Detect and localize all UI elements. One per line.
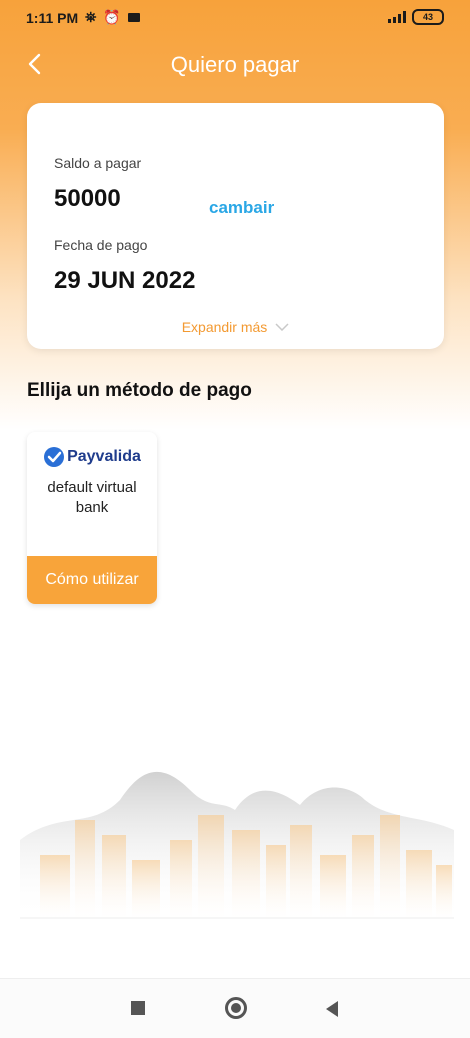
how-to-use-button[interactable]: Cómo utilizar bbox=[27, 556, 157, 604]
balance-label: Saldo a pagar bbox=[54, 155, 142, 171]
home-icon[interactable] bbox=[225, 997, 247, 1019]
payment-method-card[interactable]: Payvalida default virtual bank Cómo util… bbox=[27, 432, 157, 604]
no-sync-icon: ⛯ bbox=[85, 9, 97, 25]
city-skyline-illustration bbox=[20, 771, 454, 920]
change-amount-link[interactable]: cambair bbox=[209, 198, 274, 218]
video-icon bbox=[127, 13, 140, 22]
alarm-icon: ⏰ bbox=[103, 9, 121, 25]
back-triangle-icon[interactable] bbox=[326, 1001, 338, 1017]
expand-label: Expandir más bbox=[181, 319, 268, 335]
logo-text: Payvalida bbox=[67, 448, 141, 465]
recent-apps-icon[interactable] bbox=[131, 1001, 145, 1015]
payment-method-title: Ellija un método de pago bbox=[27, 380, 252, 401]
payment-summary-card: Saldo a pagar 50000 cambair Fecha de pag… bbox=[27, 103, 444, 349]
check-badge-icon bbox=[44, 447, 65, 467]
status-bar: 1:11 PM ⛯ ⏰ 43 bbox=[0, 0, 470, 36]
date-value: 29 JUN 2022 bbox=[54, 267, 196, 294]
expand-more-button[interactable]: Expandir más bbox=[27, 319, 444, 335]
balance-value: 50000 bbox=[54, 185, 121, 212]
page-title: Quiero pagar bbox=[170, 52, 300, 77]
chevron-down-icon bbox=[275, 323, 289, 331]
system-navigation-bar bbox=[0, 978, 470, 1038]
status-time: 1:11 PM bbox=[26, 9, 79, 26]
battery-icon: 43 bbox=[412, 9, 444, 25]
payvalida-logo: Payvalida bbox=[27, 446, 157, 468]
signal-icon bbox=[388, 11, 406, 23]
date-label: Fecha de pago bbox=[54, 237, 148, 253]
bank-name: default virtual bank bbox=[47, 479, 137, 516]
app-header: Quiero pagar bbox=[0, 36, 470, 92]
